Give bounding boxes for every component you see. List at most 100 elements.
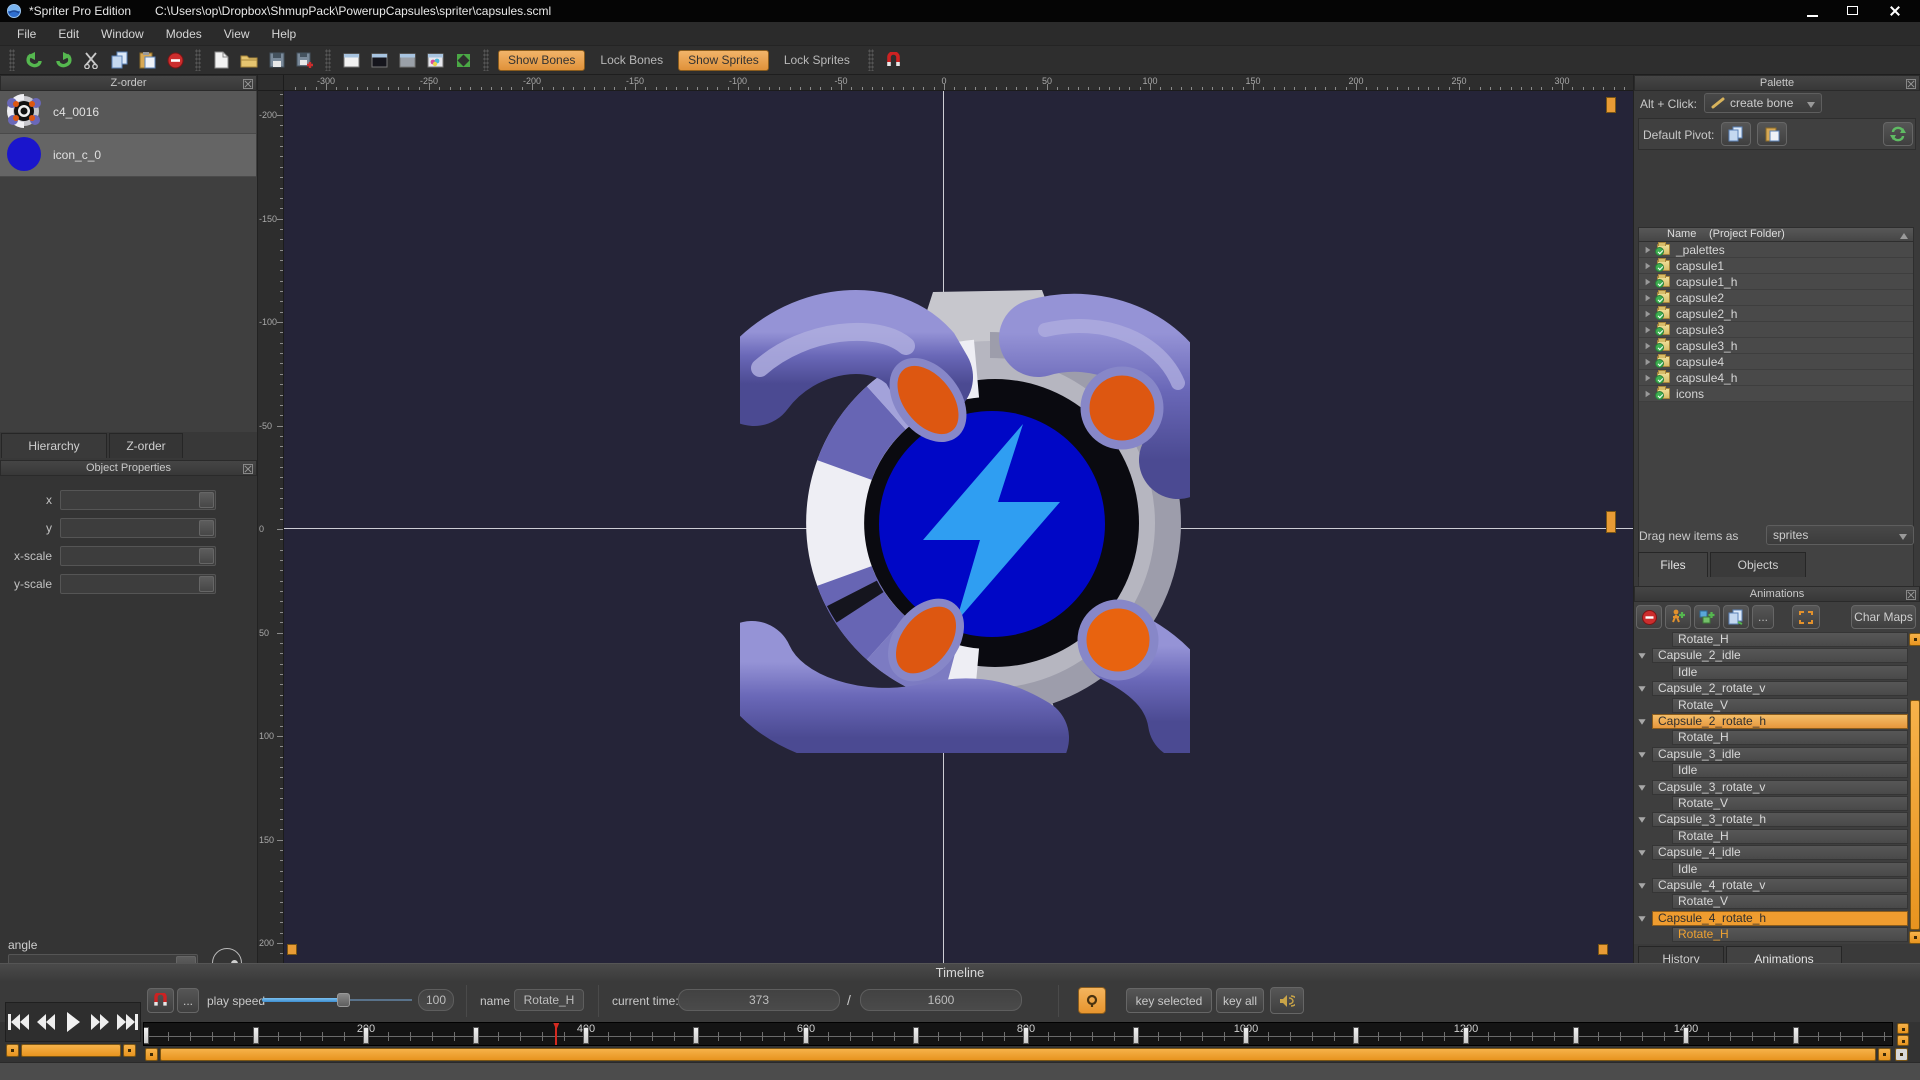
play-speed-handle[interactable]	[337, 993, 350, 1007]
animation-row-Idle[interactable]: Idle	[1634, 665, 1920, 681]
keyframe-marker[interactable]	[1133, 1027, 1139, 1044]
file-row-capsule3_h[interactable]: capsule3_h	[1639, 338, 1913, 354]
file-row-_palettes[interactable]: _palettes	[1639, 242, 1913, 258]
lock-bones-button[interactable]: Lock Bones	[591, 50, 672, 71]
timeline-scrollbar[interactable]	[160, 1048, 1876, 1061]
key-selected-button[interactable]: key selected	[1126, 988, 1212, 1013]
close-icon[interactable]	[1906, 590, 1916, 600]
expand-arrow-icon[interactable]	[1646, 342, 1651, 348]
save-add-icon[interactable]	[294, 49, 316, 71]
drag-items-dropdown[interactable]: sprites	[1766, 525, 1914, 545]
close-icon[interactable]	[243, 464, 253, 474]
collapse-arrow-icon[interactable]	[1638, 818, 1645, 823]
sort-arrow-icon[interactable]	[1900, 233, 1908, 239]
paste-pivot-button[interactable]	[1757, 122, 1787, 146]
y-scale-field[interactable]	[60, 574, 216, 594]
canvas-image-icon[interactable]	[424, 49, 446, 71]
entity-row-Capsule_3_rotate_h[interactable]: Capsule_3_rotate_h	[1634, 812, 1920, 828]
spinner-icon[interactable]	[199, 492, 214, 508]
show-sprites-button[interactable]: Show Sprites	[678, 50, 769, 71]
refresh-pivots-button[interactable]	[1883, 122, 1913, 146]
lock-sprites-button[interactable]: Lock Sprites	[775, 50, 859, 71]
animation-row-Rotate_H[interactable]: Rotate_H	[1634, 730, 1920, 746]
maximize-button[interactable]	[1838, 3, 1868, 19]
zorder-item[interactable]: c4_0016	[0, 91, 256, 134]
animation-row-Idle[interactable]: Idle	[1634, 763, 1920, 779]
play-speed-value[interactable]: 100	[418, 989, 454, 1011]
file-row-capsule2[interactable]: capsule2	[1639, 290, 1913, 306]
new-entity-button[interactable]	[1694, 605, 1720, 629]
file-row-capsule4[interactable]: capsule4	[1639, 354, 1913, 370]
expand-arrow-icon[interactable]	[1646, 278, 1651, 284]
spinner-icon[interactable]	[199, 576, 214, 592]
total-time-input[interactable]: 1600	[860, 989, 1022, 1011]
char-maps-button[interactable]: Char Maps	[1851, 605, 1916, 629]
keyframe-marker[interactable]	[143, 1027, 149, 1044]
file-row-capsule4_h[interactable]: capsule4_h	[1639, 370, 1913, 386]
expand-arrow-icon[interactable]	[1646, 246, 1651, 252]
spinner-icon[interactable]	[199, 520, 214, 536]
collapse-arrow-icon[interactable]	[1638, 850, 1645, 855]
menu-view[interactable]: View	[215, 24, 259, 44]
canvas-viewport[interactable]	[284, 91, 1633, 963]
file-row-capsule1_h[interactable]: capsule1_h	[1639, 274, 1913, 290]
file-row-capsule2_h[interactable]: capsule2_h	[1639, 306, 1913, 322]
y-field[interactable]	[60, 518, 216, 538]
delete-icon[interactable]	[164, 49, 186, 71]
fit-animation-button[interactable]	[1792, 605, 1820, 629]
audio-button[interactable]	[1270, 987, 1304, 1014]
keyframe-marker[interactable]	[1353, 1027, 1359, 1044]
copy-icon[interactable]	[108, 49, 130, 71]
timeline-more-button[interactable]: ...	[177, 988, 199, 1013]
playback-scroll-right[interactable]	[123, 1044, 136, 1057]
collapse-arrow-icon[interactable]	[1638, 654, 1645, 659]
animation-row-Rotate_H[interactable]: Rotate_H	[1634, 927, 1920, 943]
entity-row-Capsule_3_idle[interactable]: Capsule_3_idle	[1634, 747, 1920, 763]
file-row-capsule1[interactable]: capsule1	[1639, 258, 1913, 274]
menu-modes[interactable]: Modes	[157, 24, 211, 44]
timeline-scroll-end[interactable]	[1895, 1048, 1908, 1061]
keyframe-marker[interactable]	[1243, 1027, 1249, 1044]
snap-keys-button[interactable]	[147, 988, 174, 1013]
x-field[interactable]	[60, 490, 216, 510]
keyframe-marker[interactable]	[253, 1027, 259, 1044]
expand-arrow-icon[interactable]	[1646, 390, 1651, 396]
minimize-button[interactable]	[1798, 3, 1828, 19]
paste-icon[interactable]	[136, 49, 158, 71]
animations-scroll-down[interactable]	[1909, 931, 1920, 944]
expand-arrow-icon[interactable]	[1646, 294, 1651, 300]
x-scale-field[interactable]	[60, 546, 216, 566]
cut-icon[interactable]	[80, 49, 102, 71]
tab-objects[interactable]: Objects	[1710, 552, 1806, 577]
animation-more-button[interactable]: ...	[1752, 605, 1774, 629]
duplicate-animation-button[interactable]	[1723, 605, 1749, 629]
playback-scroll-left[interactable]	[6, 1044, 19, 1057]
expand-arrow-icon[interactable]	[1646, 358, 1651, 364]
animation-row-Rotate_V[interactable]: Rotate_V	[1634, 894, 1920, 910]
collapse-arrow-icon[interactable]	[1638, 916, 1645, 921]
show-bones-button[interactable]: Show Bones	[498, 50, 585, 71]
redo-icon[interactable]	[52, 49, 74, 71]
expand-arrow-icon[interactable]	[1646, 262, 1651, 268]
expand-arrow-icon[interactable]	[1646, 310, 1651, 316]
tab-hierarchy[interactable]: Hierarchy	[1, 433, 107, 458]
collapse-arrow-icon[interactable]	[1638, 719, 1645, 724]
close-icon[interactable]	[1906, 79, 1916, 89]
auto-key-button[interactable]	[1078, 987, 1106, 1014]
entity-row-Capsule_3_rotate_v[interactable]: Capsule_3_rotate_v	[1634, 780, 1920, 796]
undo-icon[interactable]	[24, 49, 46, 71]
collapse-arrow-icon[interactable]	[1638, 752, 1645, 757]
timeline-vscroll-down[interactable]	[1897, 1035, 1909, 1046]
new-file-icon[interactable]	[210, 49, 232, 71]
play-button[interactable]	[62, 1008, 84, 1036]
tab-zorder[interactable]: Z-order	[109, 433, 183, 458]
menu-help[interactable]: Help	[263, 24, 306, 44]
timeline-scroll-right[interactable]	[1878, 1048, 1891, 1061]
entity-row-Capsule_4_rotate_h[interactable]: Capsule_4_rotate_h	[1634, 911, 1920, 927]
new-animation-button[interactable]	[1665, 605, 1691, 629]
powerup-capsule-sprite[interactable]	[740, 288, 1190, 753]
play-speed-track-filled[interactable]	[262, 998, 344, 1002]
animations-scroll-up[interactable]	[1909, 633, 1920, 646]
entity-row-Capsule_4_idle[interactable]: Capsule_4_idle	[1634, 845, 1920, 861]
keyframe-marker[interactable]	[913, 1027, 919, 1044]
